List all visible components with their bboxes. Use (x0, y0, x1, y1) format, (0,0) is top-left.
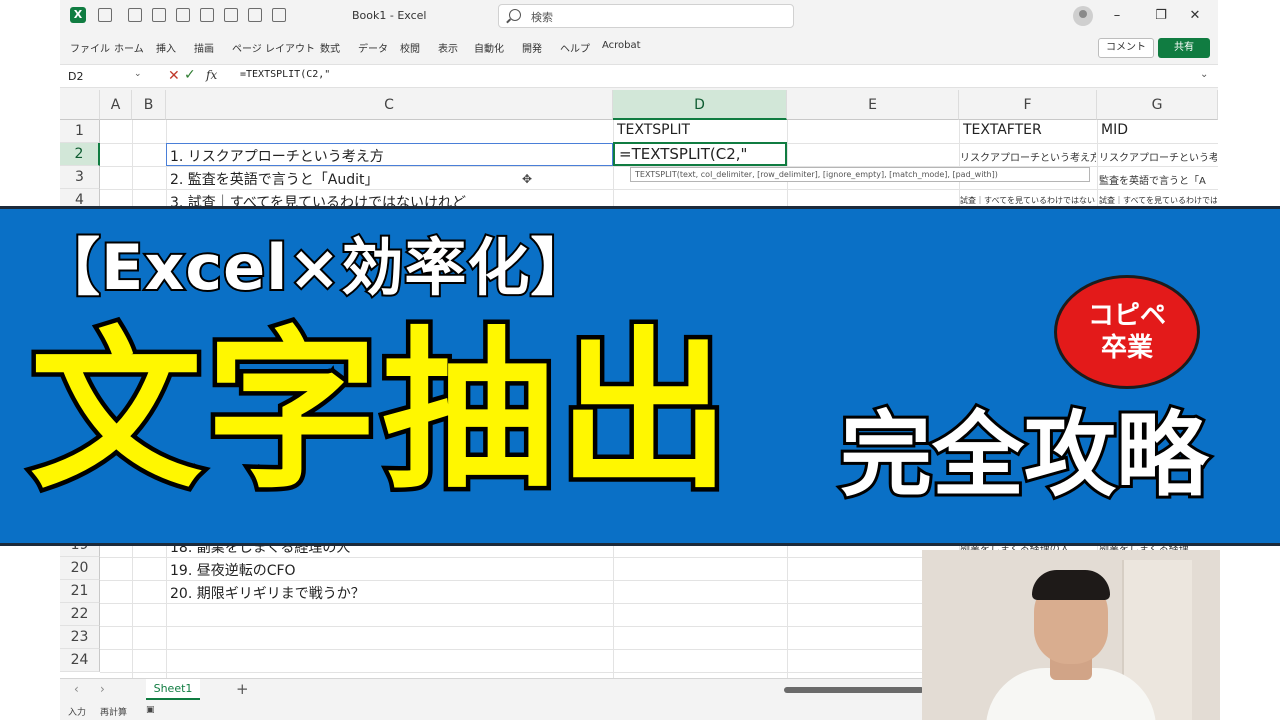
close-icon[interactable]: ✕ (1186, 7, 1204, 25)
cell-g1[interactable]: MID (1101, 122, 1128, 138)
cell-d1[interactable]: TEXTSPLIT (617, 122, 690, 138)
active-cell-d2[interactable]: =TEXTSPLIT(C2," (613, 142, 787, 166)
quickaccess-icon[interactable] (272, 8, 286, 22)
title-banner: 【Excel×効率化】 文字抽出 完全攻略 コピペ 卒業 (0, 206, 1280, 546)
promo-badge: コピペ 卒業 (1054, 275, 1200, 389)
excel-logo-icon: X (70, 7, 86, 23)
row-header-1[interactable]: 1 (60, 120, 100, 143)
column-header-f[interactable]: F (959, 90, 1097, 120)
banner-main-title: 文字抽出 (26, 311, 735, 512)
sheet-tab-sheet1[interactable]: Sheet1 (146, 679, 200, 700)
accessibility-icon[interactable]: ▣ (146, 705, 155, 715)
select-all-corner[interactable] (60, 90, 100, 120)
presenter-camera (922, 550, 1220, 720)
tab-acrobat[interactable]: Acrobat (602, 40, 641, 51)
tab-home[interactable]: ホーム (114, 40, 144, 55)
tab-developer[interactable]: 開発 (522, 40, 542, 55)
tab-draw[interactable]: 描画 (194, 40, 214, 55)
chevron-right-icon[interactable]: › (100, 682, 105, 696)
tab-formulas[interactable]: 数式 (320, 40, 340, 55)
row-header-21[interactable]: 21 (60, 580, 100, 603)
document-title: Book1 - Excel (352, 9, 427, 22)
cell-c21[interactable]: 20. 期限ギリギリまで戦うか？ (170, 583, 365, 603)
status-mode: 入力 (68, 708, 87, 718)
search-input[interactable]: 検索 (498, 4, 794, 28)
cell-c20[interactable]: 19. 昼夜逆転のCFO (170, 560, 296, 580)
badge-line-1: コピペ (1087, 301, 1166, 331)
row-header-2[interactable]: 2 (60, 143, 100, 166)
tab-automate[interactable]: 自動化 (474, 40, 504, 55)
cell-f2[interactable]: リスクアプローチという考え方 (960, 149, 1096, 164)
search-icon (509, 9, 521, 21)
column-header-d[interactable]: D (613, 90, 787, 120)
check-icon[interactable]: ✓ (184, 67, 196, 83)
tab-view[interactable]: 表示 (438, 40, 458, 55)
table-icon[interactable] (152, 8, 166, 22)
tab-review[interactable]: 校閲 (400, 40, 420, 55)
tab-help[interactable]: ヘルプ (560, 40, 590, 55)
title-bar: X Book1 - Excel 検索 – ❐ ✕ (60, 0, 1218, 32)
row-header-20[interactable]: 20 (60, 557, 100, 580)
column-header-b[interactable]: B (132, 90, 166, 120)
cell-f1[interactable]: TEXTAFTER (963, 122, 1042, 138)
add-sheet-icon[interactable]: + (236, 680, 249, 698)
freeze-icon[interactable] (248, 8, 262, 22)
restore-icon[interactable]: ❐ (1152, 7, 1170, 25)
comment-button[interactable]: コメント (1098, 38, 1154, 58)
minimize-icon[interactable]: – (1108, 7, 1126, 25)
expand-formula-icon[interactable]: ⌄ (1200, 69, 1208, 80)
banner-headline: 【Excel×効率化】 (36, 229, 594, 306)
grid-icon[interactable] (176, 8, 190, 22)
filter-icon[interactable] (128, 8, 142, 22)
row-header-22[interactable]: 22 (60, 603, 100, 626)
tab-page-layout[interactable]: ページ レイアウト (232, 40, 315, 55)
cell-c2[interactable]: 1. リスクアプローチという考え方 (170, 146, 384, 166)
cancel-icon[interactable]: ✕ (168, 68, 180, 84)
avatar[interactable] (1073, 6, 1093, 26)
row-header-23[interactable]: 23 (60, 626, 100, 649)
presenter-hair (1032, 570, 1110, 600)
tab-data[interactable]: データ (358, 40, 388, 55)
gridline (100, 189, 1218, 190)
ribbon-tabs: ファイル ホーム 挿入 描画 ページ レイアウト 数式 データ 校閲 表示 自動… (60, 34, 1218, 60)
formula-bar: D2 ⌄ ✕ ✓ fx =TEXTSPLIT(C2," ⌄ (60, 64, 1218, 88)
cell-g4[interactable]: 試査｜すべてを見ているわけではないけれど (1099, 195, 1217, 206)
badge-line-2: 卒業 (1100, 333, 1153, 363)
status-calc[interactable]: 再計算 (100, 705, 127, 718)
cell-f4[interactable]: 試査｜すべてを見ているわけではないけれど (960, 195, 1096, 206)
tab-file[interactable]: ファイル (70, 40, 110, 55)
search-placeholder: 検索 (531, 11, 553, 24)
borders-icon[interactable] (224, 8, 238, 22)
brush-icon[interactable] (200, 8, 214, 22)
row-header-3[interactable]: 3 (60, 166, 100, 189)
cell-cursor-icon: ✥ (522, 172, 533, 186)
cell-c3[interactable]: 2. 監査を英語で言うと「Audit」 (170, 169, 379, 189)
chevron-left-icon[interactable]: ‹ (74, 682, 79, 696)
cell-g3[interactable]: 監査を英語で言うと「A (1099, 172, 1217, 187)
autosave-icon[interactable] (98, 8, 112, 22)
formula-input[interactable]: =TEXTSPLIT(C2," (240, 69, 330, 80)
cell-d2[interactable]: =TEXTSPLIT(C2," (619, 145, 747, 163)
cell-g2[interactable]: リスクアプローチという考 (1099, 149, 1217, 164)
banner-subtitle: 完全攻略 (837, 402, 1211, 509)
column-header-a[interactable]: A (100, 90, 132, 120)
row-header-24[interactable]: 24 (60, 649, 100, 672)
column-header-c[interactable]: C (166, 90, 613, 120)
tab-insert[interactable]: 挿入 (156, 40, 176, 55)
function-tooltip: TEXTSPLIT(text, col_delimiter, [row_deli… (630, 167, 1090, 182)
column-header-e[interactable]: E (787, 90, 959, 120)
chevron-down-icon[interactable]: ⌄ (134, 69, 142, 79)
insert-function-button[interactable]: fx (206, 68, 217, 82)
column-header-g[interactable]: G (1097, 90, 1218, 120)
horizontal-scrollbar[interactable] (784, 687, 924, 693)
share-button[interactable]: 共有 (1158, 38, 1210, 58)
